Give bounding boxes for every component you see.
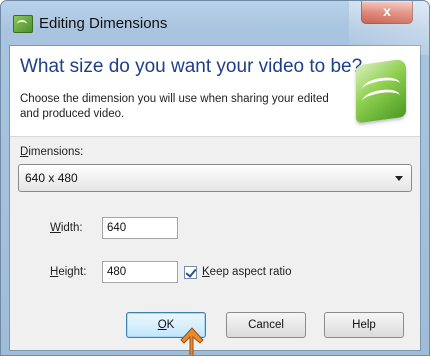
close-button[interactable]: x [361,1,413,24]
dialog-window: Editing Dimensions x What size do you wa… [0,0,430,356]
width-label: Width: [50,222,83,234]
app-icon [13,15,33,33]
camtasia-logo-icon [356,58,406,124]
height-label: Height: [50,266,87,278]
chevron-down-icon[interactable] [395,176,403,181]
header-panel: What size do you want your video to be? … [10,46,420,137]
mouse-pointer-icon [180,327,204,355]
height-input[interactable]: 480 [102,261,178,283]
title-bar[interactable]: Editing Dimensions x [1,1,429,45]
cancel-button[interactable]: Cancel [226,312,306,338]
dimensions-selected-value: 640 x 480 [25,171,78,185]
dimensions-dropdown[interactable]: 640 x 480 [18,164,412,192]
dialog-heading: What size do you want your video to be? [20,56,363,77]
close-icon: x [383,3,391,19]
keep-aspect-ratio-label[interactable]: Keep aspect ratio [202,266,292,278]
dialog-body: What size do you want your video to be? … [9,45,421,351]
dialog-description: Choose the dimension you will use when s… [20,93,329,120]
dimensions-label: Dimensions: [20,146,84,158]
window-title: Editing Dimensions [39,15,168,32]
help-button[interactable]: Help [324,312,404,338]
width-input[interactable]: 640 [102,217,178,239]
keep-aspect-ratio-checkbox[interactable] [184,266,197,279]
